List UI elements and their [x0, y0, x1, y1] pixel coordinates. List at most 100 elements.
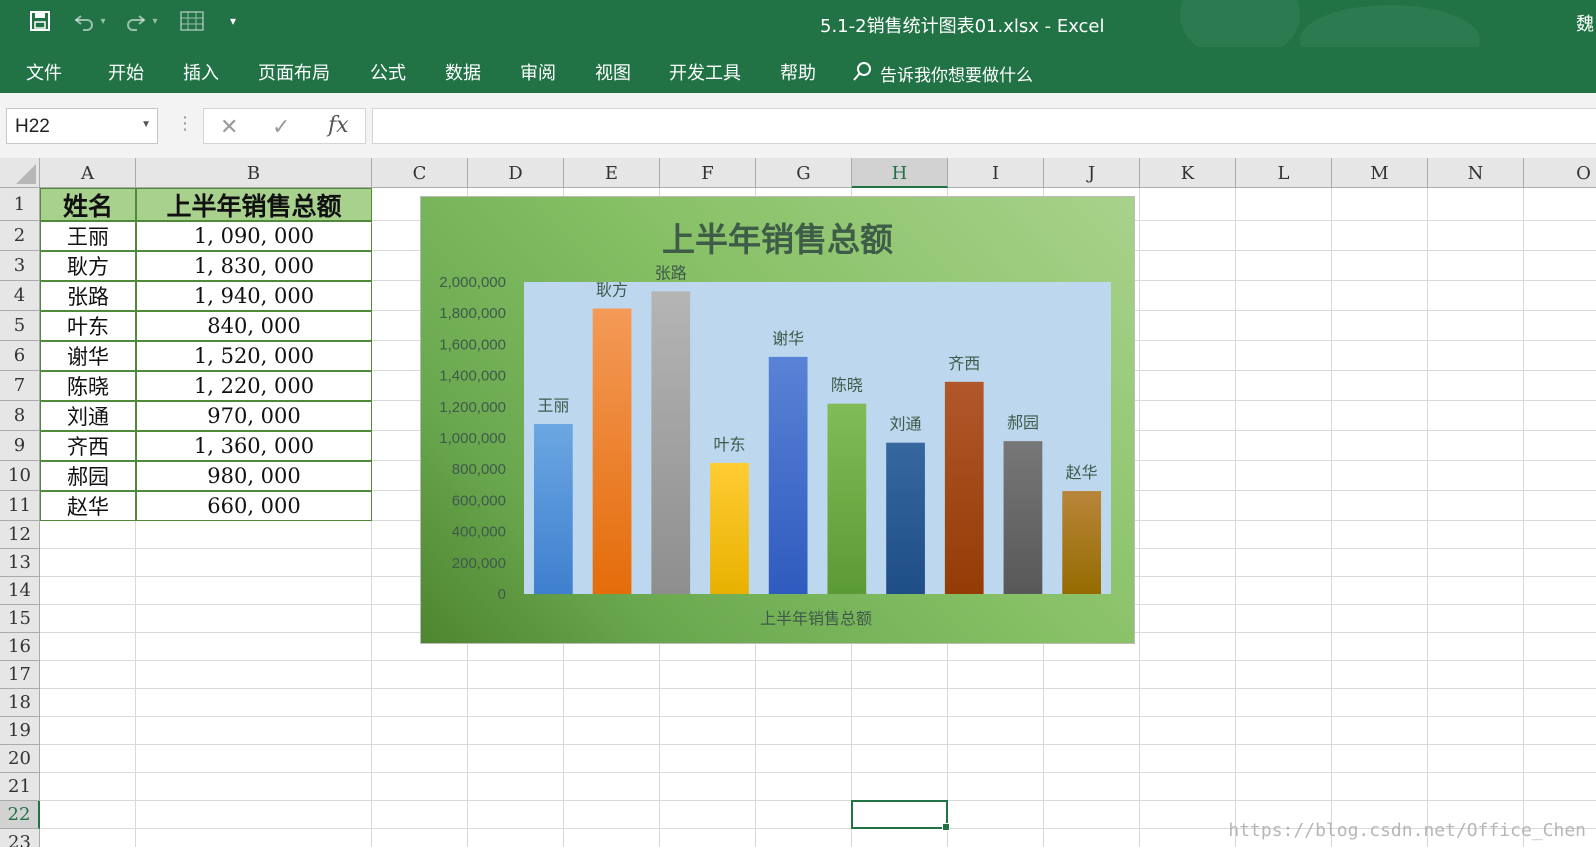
bar-data-label[interactable]: 张路: [655, 263, 687, 282]
name-cell[interactable]: 谢华: [40, 341, 136, 371]
sales-cell[interactable]: 1, 940, 000: [136, 281, 372, 311]
bar-data-label[interactable]: 赵华: [1066, 463, 1098, 482]
row-header-14[interactable]: 14: [0, 577, 40, 605]
row-header-10[interactable]: 10: [0, 461, 40, 491]
column-header-h[interactable]: H: [852, 158, 948, 188]
tab-insert[interactable]: 插入: [183, 59, 219, 85]
enter-icon[interactable]: ✓: [272, 115, 290, 140]
row-header-9[interactable]: 9: [0, 431, 40, 461]
tab-file[interactable]: 文件: [26, 59, 62, 85]
tab-developer[interactable]: 开发工具: [669, 59, 741, 85]
bar-data-label[interactable]: 王丽: [537, 396, 569, 415]
column-header-d[interactable]: D: [468, 158, 564, 188]
save-icon[interactable]: [28, 9, 52, 33]
tab-home[interactable]: 开始: [108, 59, 144, 85]
sales-cell[interactable]: 1, 360, 000: [136, 431, 372, 461]
sales-cell[interactable]: 1, 090, 000: [136, 221, 372, 251]
tell-me-box[interactable]: 告诉我你想要做什么: [852, 60, 1033, 87]
sales-cell[interactable]: 1, 830, 000: [136, 251, 372, 281]
bar-9[interactable]: [1003, 441, 1043, 594]
row-header-4[interactable]: 4: [0, 281, 40, 311]
user-name[interactable]: 魏: [1576, 10, 1596, 36]
row-header-1[interactable]: 1: [0, 188, 40, 221]
customize-qat-icon[interactable]: ▾: [226, 9, 240, 33]
name-cell[interactable]: 叶东: [40, 311, 136, 341]
column-header-i[interactable]: I: [948, 158, 1044, 188]
row-header-11[interactable]: 11: [0, 491, 40, 521]
tab-help[interactable]: 帮助: [780, 59, 816, 85]
sales-cell[interactable]: 970, 000: [136, 401, 372, 431]
sales-cell[interactable]: 840, 000: [136, 311, 372, 341]
bar-chart[interactable]: 上半年销售总额 0 200,000 400,000 600,000 800,000 1,0…: [420, 196, 1135, 644]
row-header-15[interactable]: 15: [0, 605, 40, 633]
row-header-7[interactable]: 7: [0, 371, 40, 401]
bar-5[interactable]: [768, 356, 808, 594]
bar-data-label[interactable]: 刘通: [890, 415, 922, 434]
column-header-a[interactable]: A: [40, 158, 136, 188]
name-cell[interactable]: 刘通: [40, 401, 136, 431]
row-header-23[interactable]: 23: [0, 829, 40, 847]
tab-view[interactable]: 视图: [595, 59, 631, 85]
active-cell-selection[interactable]: [851, 800, 950, 831]
bar-10[interactable]: [1062, 491, 1102, 594]
form-icon[interactable]: [180, 9, 204, 33]
insert-function-icon[interactable]: fx: [328, 113, 349, 138]
bar-data-label[interactable]: 陈晓: [831, 376, 863, 395]
sales-cell[interactable]: 1, 520, 000: [136, 341, 372, 371]
sales-cell[interactable]: 1, 220, 000: [136, 371, 372, 401]
redo-icon[interactable]: [124, 9, 148, 33]
column-header-c[interactable]: C: [372, 158, 468, 188]
name-cell[interactable]: 王丽: [40, 221, 136, 251]
row-header-16[interactable]: 16: [0, 633, 40, 661]
row-header-2[interactable]: 2: [0, 221, 40, 251]
undo-dropdown-icon[interactable]: ▾: [96, 9, 110, 33]
column-header-l[interactable]: L: [1236, 158, 1332, 188]
tab-review[interactable]: 审阅: [520, 59, 556, 85]
select-all-button[interactable]: [0, 158, 40, 188]
name-cell[interactable]: 张路: [40, 281, 136, 311]
row-header-20[interactable]: 20: [0, 745, 40, 773]
name-cell[interactable]: 陈晓: [40, 371, 136, 401]
row-header-13[interactable]: 13: [0, 549, 40, 577]
bar-6[interactable]: [827, 403, 867, 594]
bar-4[interactable]: [710, 462, 749, 594]
name-box-dropdown-icon[interactable]: ▼: [141, 119, 151, 130]
bar-data-label[interactable]: 耿方: [596, 281, 628, 300]
name-cell[interactable]: 郝园: [40, 461, 136, 491]
row-header-18[interactable]: 18: [0, 689, 40, 717]
name-box[interactable]: H22 ▼: [6, 108, 158, 144]
row-header-6[interactable]: 6: [0, 341, 40, 371]
row-header-5[interactable]: 5: [0, 311, 40, 341]
row-header-21[interactable]: 21: [0, 773, 40, 801]
bar-data-label[interactable]: 郝园: [1007, 413, 1039, 432]
row-header-19[interactable]: 19: [0, 717, 40, 745]
bar-3[interactable]: [651, 291, 691, 594]
column-header-o[interactable]: O: [1524, 158, 1596, 188]
name-cell[interactable]: 赵华: [40, 491, 136, 521]
chart-x-axis-title[interactable]: 上半年销售总额: [521, 605, 1111, 629]
column-header-m[interactable]: M: [1332, 158, 1428, 188]
redo-dropdown-icon[interactable]: ▾: [148, 9, 162, 33]
header-cell-name[interactable]: 姓名: [40, 188, 136, 221]
column-header-n[interactable]: N: [1428, 158, 1524, 188]
formula-input[interactable]: [372, 108, 1596, 144]
name-cell[interactable]: 耿方: [40, 251, 136, 281]
cancel-icon[interactable]: ✕: [220, 115, 238, 140]
column-header-k[interactable]: K: [1140, 158, 1236, 188]
tab-data[interactable]: 数据: [445, 59, 481, 85]
undo-icon[interactable]: [72, 9, 96, 33]
tab-formulas[interactable]: 公式: [370, 59, 406, 85]
sales-cell[interactable]: 980, 000: [136, 461, 372, 491]
row-header-8[interactable]: 8: [0, 401, 40, 431]
column-header-e[interactable]: E: [564, 158, 660, 188]
bar-data-label[interactable]: 齐西: [948, 354, 980, 373]
tab-page-layout[interactable]: 页面布局: [258, 59, 330, 85]
header-cell-sales[interactable]: 上半年销售总额: [136, 188, 372, 221]
bar-1[interactable]: [533, 423, 573, 594]
row-header-3[interactable]: 3: [0, 251, 40, 281]
row-header-17[interactable]: 17: [0, 661, 40, 689]
bar-2[interactable]: [592, 308, 632, 594]
bar-7[interactable]: [886, 442, 925, 594]
bar-8[interactable]: [944, 381, 984, 594]
name-cell[interactable]: 齐西: [40, 431, 136, 461]
